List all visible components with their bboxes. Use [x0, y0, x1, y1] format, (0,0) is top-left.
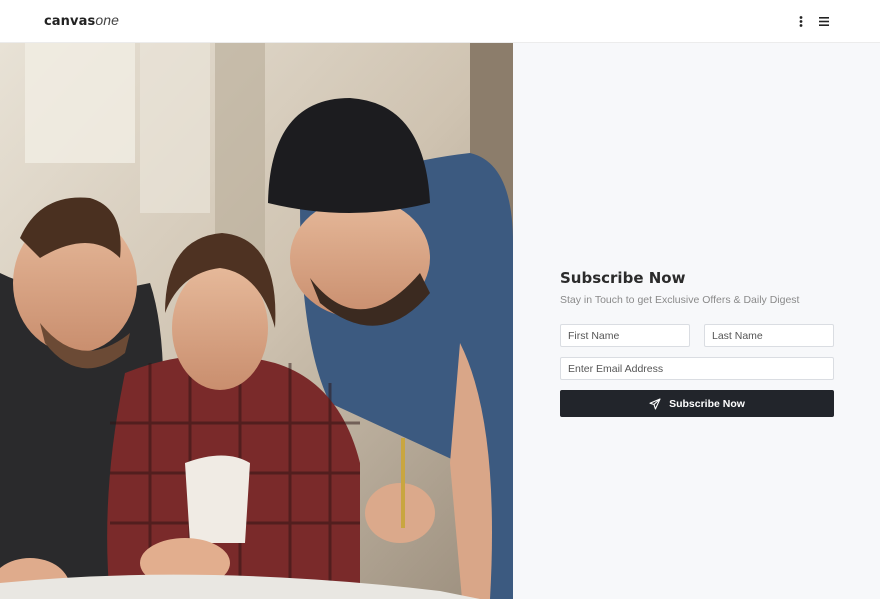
logo-accent-text: one — [95, 12, 119, 28]
more-vertical-icon[interactable] — [791, 12, 811, 32]
hero-photo — [0, 43, 513, 599]
subscribe-button-label: Subscribe Now — [669, 397, 745, 410]
logo-main-text: canvas — [44, 14, 96, 29]
last-name-field[interactable] — [704, 324, 834, 347]
team-collaborating-photo — [0, 43, 513, 599]
site-header: canvasone — [0, 0, 880, 43]
first-name-field[interactable] — [560, 324, 690, 347]
subscribe-title: Subscribe Now — [560, 269, 686, 287]
paper-plane-icon — [649, 397, 661, 410]
subscribe-description: Stay in Touch to get Exclusive Offers & … — [560, 294, 800, 306]
subscribe-panel — [513, 43, 880, 599]
email-field[interactable] — [560, 357, 834, 380]
subscribe-button[interactable]: Subscribe Now — [560, 390, 834, 417]
site-logo[interactable]: canvasone — [44, 12, 119, 29]
hamburger-menu-icon[interactable] — [814, 12, 834, 32]
